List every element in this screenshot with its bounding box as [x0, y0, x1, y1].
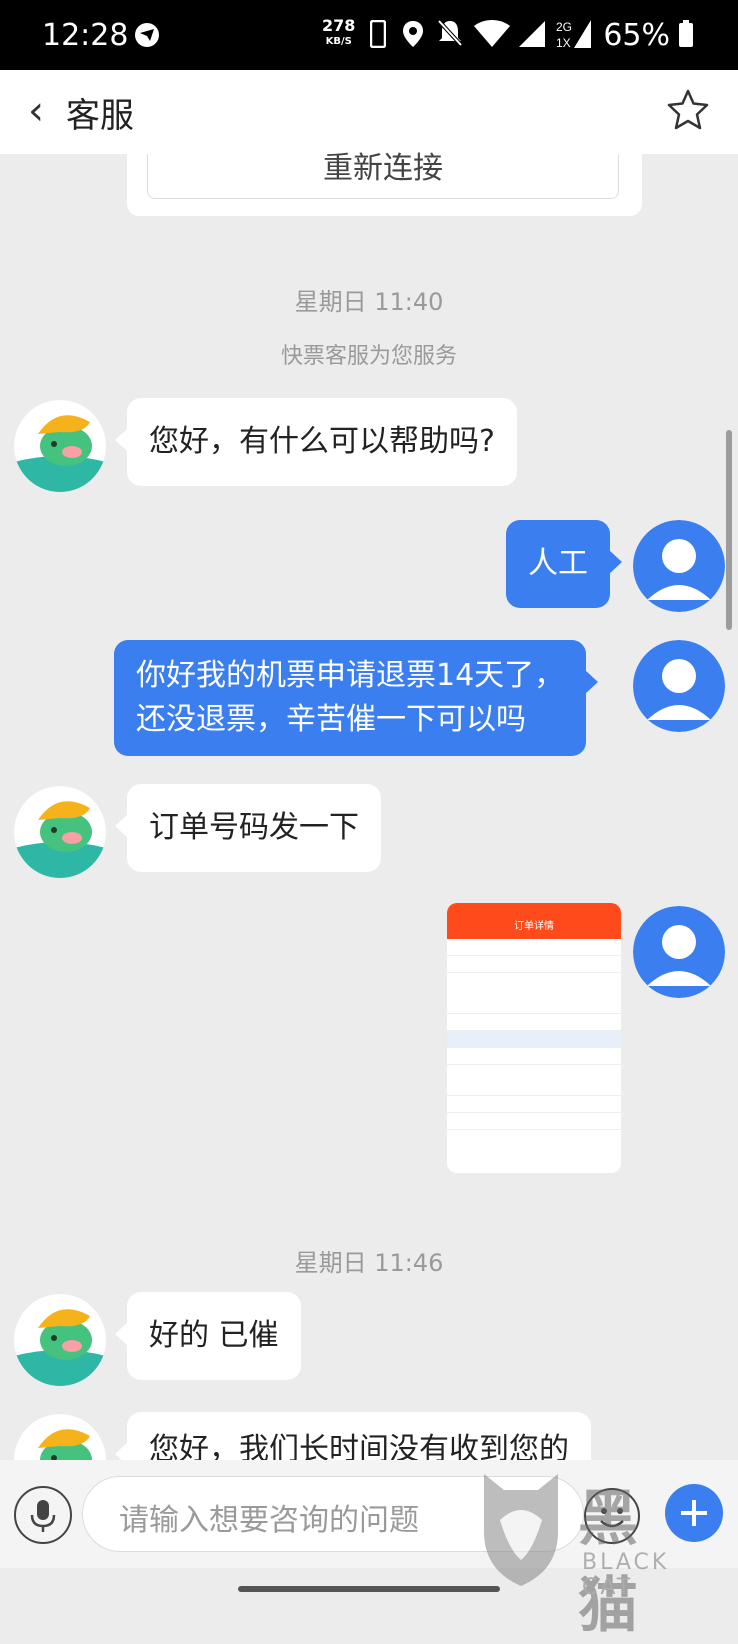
screenshot-row — [447, 939, 621, 956]
plus-icon — [681, 1500, 707, 1526]
timestamp: 星期日 11:46 — [294, 1249, 444, 1277]
more-button[interactable] — [665, 1484, 723, 1542]
screenshot-row — [447, 1031, 621, 1048]
battery-percent: 65% — [603, 18, 670, 53]
order-screenshot-image[interactable]: 订单详情 — [447, 903, 621, 1173]
user-icon — [633, 640, 725, 732]
outgoing-message: 你好我的机票申请退票14天了， 还没退票，辛苦催一下可以吗 — [114, 640, 599, 756]
watermark-sub: BLACK CAT — [582, 1550, 670, 1600]
phone-icon — [370, 20, 386, 48]
star-icon[interactable] — [666, 88, 710, 132]
gesture-bar[interactable] — [238, 1586, 500, 1592]
location-icon — [403, 21, 423, 47]
scrollbar[interactable] — [726, 430, 732, 630]
user-avatar[interactable] — [633, 906, 725, 998]
net-speed: 278 KB/S — [322, 16, 356, 48]
system-message: 快票客服为您服务 — [280, 344, 457, 369]
outgoing-message: 人工 — [506, 520, 622, 608]
user-icon — [633, 520, 725, 612]
agent-avatar[interactable] — [14, 786, 106, 878]
screenshot-row — [447, 1065, 621, 1096]
screenshot-row — [447, 1113, 621, 1130]
incoming-message: 订单号码发一下 — [115, 784, 381, 872]
screenshot-header: 订单详情 — [447, 903, 621, 939]
message-line: 还没退票，辛苦催一下可以吗 — [136, 702, 526, 737]
mascot-icon — [14, 786, 106, 878]
voice-button[interactable] — [14, 1486, 72, 1544]
screenshot-row — [447, 1096, 621, 1113]
incoming-message: 好的 已催 — [115, 1292, 301, 1380]
mascot-icon — [14, 1294, 106, 1386]
app-notification-icon — [135, 23, 159, 47]
screenshot-row — [447, 1014, 621, 1031]
battery-icon — [679, 20, 693, 47]
page-title: 客服 — [66, 96, 134, 136]
screenshot-row — [447, 956, 621, 973]
black-cat-logo-icon — [484, 1474, 558, 1586]
watermark: 黑猫 BLACK CAT — [478, 1470, 666, 1641]
user-avatar[interactable] — [633, 520, 725, 612]
svg-text:2G: 2G — [556, 20, 572, 34]
message-line: 你好我的机票申请退票14天了， — [136, 658, 565, 693]
mascot-icon — [14, 400, 106, 492]
mute-icon — [437, 19, 463, 47]
user-avatar[interactable] — [633, 640, 725, 732]
wifi-icon — [474, 20, 510, 47]
timestamp: 星期日 11:40 — [294, 288, 444, 316]
agent-avatar[interactable] — [14, 400, 106, 492]
dual-signal-icon: 2G1X — [556, 20, 591, 50]
reconnect-card: 重新连接 — [127, 154, 642, 216]
reconnect-button[interactable]: 重新连接 — [147, 154, 619, 199]
signal-icon — [519, 21, 545, 47]
screenshot-row — [447, 973, 621, 1014]
status-bar: 12:28 278 KB/S 2G 1X 65% — [0, 0, 738, 70]
chat-header: ‹ 客服 — [0, 70, 738, 154]
svg-text:1X: 1X — [556, 36, 571, 50]
back-button[interactable]: ‹ — [28, 88, 44, 134]
status-time: 12:28 — [42, 18, 129, 53]
user-icon — [633, 906, 725, 998]
agent-avatar[interactable] — [14, 1294, 106, 1386]
incoming-message: 您好，有什么可以帮助吗? — [115, 398, 517, 486]
screenshot-row — [447, 1048, 621, 1065]
microphone-icon — [30, 1500, 56, 1532]
input-placeholder: 请输入想要咨询的问题 — [119, 1503, 419, 1538]
